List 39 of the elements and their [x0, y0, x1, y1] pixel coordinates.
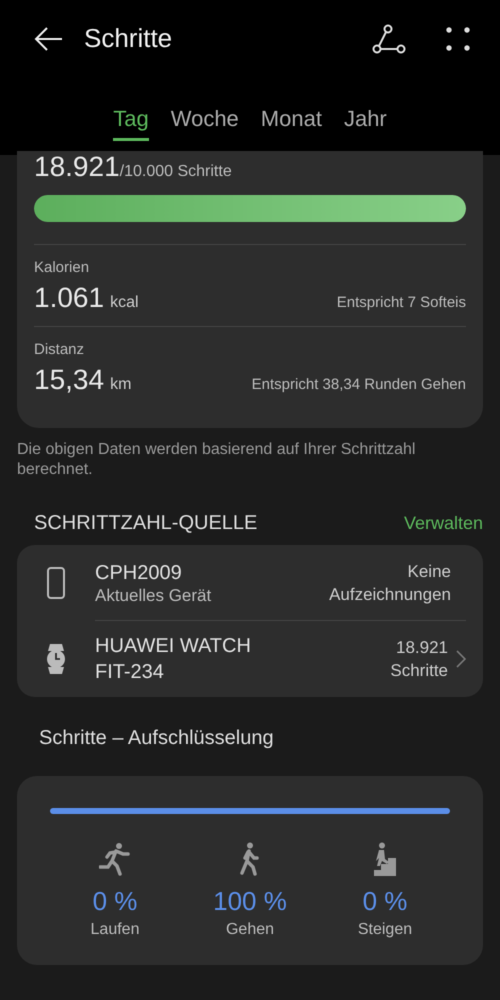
info-note: Die obigen Daten werden basierend auf Ihrer Schrittzahl berechnet.: [17, 440, 416, 480]
section-title: SCHRITTZAHL-QUELLE: [34, 512, 258, 535]
share-icon[interactable]: [372, 24, 406, 54]
period-tab[interactable]: Tag: [113, 103, 149, 141]
stat-equivalent: Entspricht 7 Softeis: [336, 294, 466, 311]
walking-figure-icon: [239, 842, 261, 876]
device-name: HUAWEI WATCH FIT-234: [95, 634, 252, 685]
step-goal: /10.000 Schritte: [120, 163, 232, 181]
back-icon[interactable]: [34, 26, 64, 52]
device-steps: Keine Aufzeichnungen: [325, 560, 451, 606]
phone-icon: [47, 567, 65, 599]
activity-percent: 100 %: [213, 886, 287, 917]
running-figure-icon: [99, 842, 131, 876]
stat-equivalent: Entspricht 38,34 Runden Gehen: [252, 376, 466, 393]
period-tab[interactable]: Woche: [170, 103, 239, 141]
activity-label: Laufen: [90, 921, 140, 939]
climbing-figure-icon: [372, 842, 398, 876]
period-tab[interactable]: Jahr: [344, 103, 387, 141]
device-steps: 18.921 Schritte: [368, 636, 448, 682]
activity-percent: 0 %: [92, 886, 138, 917]
stat-unit: kcal: [110, 294, 140, 312]
stat-value: 1.061: [34, 282, 104, 314]
manage-link[interactable]: Verwalten: [404, 513, 483, 534]
more-icon[interactable]: [446, 26, 470, 50]
stat-label: Distanz: [34, 341, 86, 358]
device-name: CPH2009: [95, 560, 183, 586]
stat-unit: km: [110, 376, 132, 394]
step-count: 18.921: [34, 151, 120, 183]
watch-icon: [45, 642, 67, 676]
stat-value: 15,34: [34, 364, 104, 396]
period-tab[interactable]: Monat: [260, 103, 322, 141]
screen-title: Schritte: [84, 23, 174, 54]
activity-percent: 0 %: [362, 886, 408, 917]
stat-label: Kalorien: [34, 259, 90, 276]
chevron-icon[interactable]: [456, 650, 466, 668]
activity-label: Gehen: [226, 921, 274, 939]
section-title: Schritte – Aufschlüsselung: [38, 727, 275, 750]
activity-label: Steigen: [358, 921, 412, 939]
device-subtitle: Aktuelles Gerät: [95, 586, 212, 606]
